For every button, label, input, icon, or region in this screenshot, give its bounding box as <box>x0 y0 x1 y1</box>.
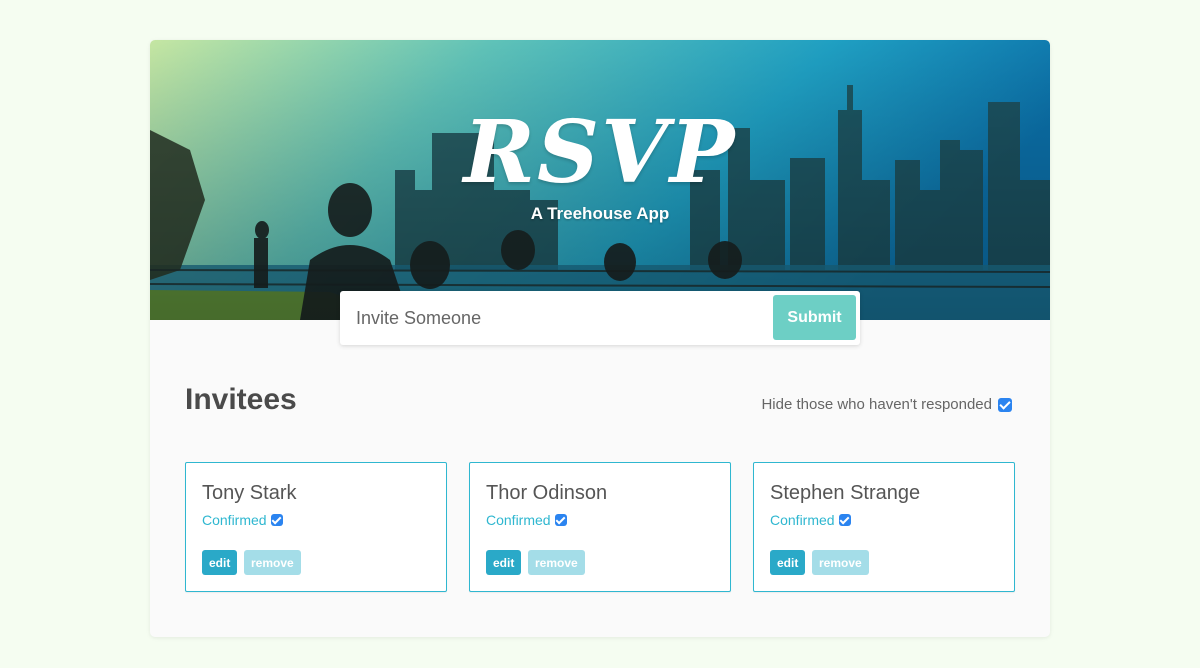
invite-form: Submit <box>340 291 860 345</box>
edit-button[interactable]: edit <box>486 550 522 575</box>
hide-unresponded-filter[interactable]: Hide those who haven't responded <box>761 396 1012 413</box>
header-banner: RSVP A Treehouse App <box>150 40 1050 320</box>
edit-button[interactable]: edit <box>770 550 806 575</box>
invitee-card: Thor Odinson Confirmed edit remove <box>469 462 731 592</box>
invitee-status[interactable]: Confirmed <box>770 512 851 528</box>
submit-button[interactable]: Submit <box>773 295 856 340</box>
invitee-card: Stephen Strange Confirmed edit remove <box>753 462 1015 592</box>
invitees-heading: Invitees <box>185 383 297 416</box>
app-tagline: A Treehouse App <box>530 204 670 223</box>
app-card: RSVP A Treehouse App Submit Invitees Hid… <box>150 40 1050 637</box>
filter-label: Hide those who haven't responded <box>761 396 992 413</box>
confirmed-checkbox[interactable] <box>270 514 283 526</box>
hide-unresponded-checkbox[interactable] <box>998 397 1012 412</box>
remove-button[interactable]: remove <box>812 550 869 575</box>
invitee-name: Thor Odinson <box>486 482 608 504</box>
invitee-status[interactable]: Confirmed <box>486 512 567 528</box>
confirmed-label: Confirmed <box>202 512 267 528</box>
invitee-status[interactable]: Confirmed <box>202 512 283 528</box>
confirmed-label: Confirmed <box>486 512 551 528</box>
invite-input[interactable] <box>340 291 770 345</box>
confirmed-checkbox[interactable] <box>838 514 851 526</box>
confirmed-checkbox[interactable] <box>554 514 567 526</box>
confirmed-label: Confirmed <box>770 512 835 528</box>
edit-button[interactable]: edit <box>202 550 238 575</box>
remove-button[interactable]: remove <box>244 550 301 575</box>
invitee-name: Tony Stark <box>202 482 297 504</box>
invitee-name: Stephen Strange <box>770 482 921 504</box>
app-logo: RSVP <box>463 102 737 203</box>
invitee-card: Tony Stark Confirmed edit remove <box>185 462 447 592</box>
remove-button[interactable]: remove <box>528 550 585 575</box>
